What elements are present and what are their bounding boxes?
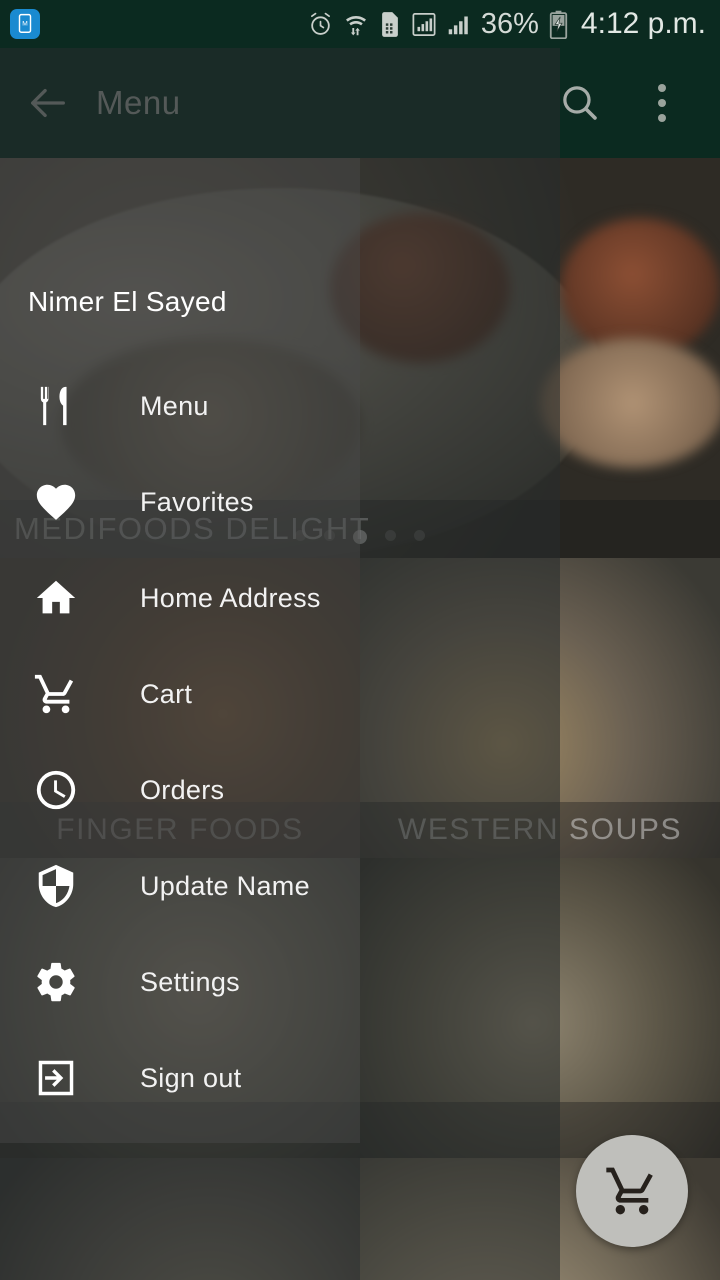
drawer-item-label: Orders (140, 774, 225, 805)
drawer-item-list: Menu Favorites Home Address Cart Orders … (0, 358, 360, 1126)
battery-charging-icon (548, 10, 569, 39)
app-notification-icon: M (10, 9, 40, 39)
signal-bars-icon (446, 11, 472, 38)
search-icon (563, 86, 597, 120)
drawer-item-update-name[interactable]: Update Name (0, 838, 360, 934)
drawer-item-menu[interactable]: Menu (0, 358, 360, 454)
gear-icon (30, 959, 82, 1005)
search-button[interactable] (552, 75, 608, 131)
alarm-icon (307, 11, 334, 38)
clock-time: 4:12 p.m. (580, 7, 706, 40)
hero-food-blob-2 (560, 218, 720, 358)
status-bar: M 36% 4:12 p.m. (0, 0, 720, 48)
drawer-item-label: Favorites (140, 486, 254, 517)
toolbar-actions (552, 75, 720, 131)
drawer-item-label: Update Name (140, 870, 310, 901)
drawer-item-home-address[interactable]: Home Address (0, 550, 360, 646)
app-screen: MEDIFOODS DELIGHT FINGER FOODS WESTERN S… (0, 0, 720, 1280)
drawer-item-label: Sign out (140, 1062, 242, 1093)
signal-bars-boxed-icon (411, 11, 437, 38)
clock-icon (30, 767, 82, 813)
drawer-item-label: Menu (140, 390, 209, 421)
drawer-item-label: Settings (140, 966, 240, 997)
wifi-icon (343, 11, 369, 38)
status-bar-left: M (0, 9, 40, 39)
battery-percent: 36% (480, 7, 539, 40)
drawer-item-label: Cart (140, 678, 193, 709)
drawer-item-label: Home Address (140, 582, 321, 613)
overflow-menu-button[interactable] (634, 75, 690, 131)
drawer-item-settings[interactable]: Settings (0, 934, 360, 1030)
home-icon (30, 575, 82, 621)
cart-fab[interactable] (576, 1135, 688, 1247)
shopping-cart-icon (606, 1167, 653, 1215)
shield-icon (30, 863, 82, 909)
drawer-item-favorites[interactable]: Favorites (0, 454, 360, 550)
status-bar-right: 36% 4:12 p.m. (307, 7, 720, 41)
svg-text:M: M (22, 21, 28, 28)
drawer-item-sign-out[interactable]: Sign out (0, 1030, 360, 1126)
heart-icon (30, 479, 82, 525)
drawer-item-orders[interactable]: Orders (0, 742, 360, 838)
shopping-cart-icon (30, 671, 82, 717)
navigation-drawer: Nimer El Sayed Menu Favorites Home Addre… (0, 158, 360, 1143)
restaurant-icon (30, 383, 82, 429)
sim-card-icon (378, 11, 402, 38)
drawer-user-name: Nimer El Sayed (28, 286, 227, 317)
exit-icon (30, 1055, 82, 1101)
more-vert-icon (658, 84, 666, 122)
drawer-header[interactable]: Nimer El Sayed (0, 158, 360, 358)
hero-food-blob-3 (540, 338, 720, 468)
drawer-item-cart[interactable]: Cart (0, 646, 360, 742)
